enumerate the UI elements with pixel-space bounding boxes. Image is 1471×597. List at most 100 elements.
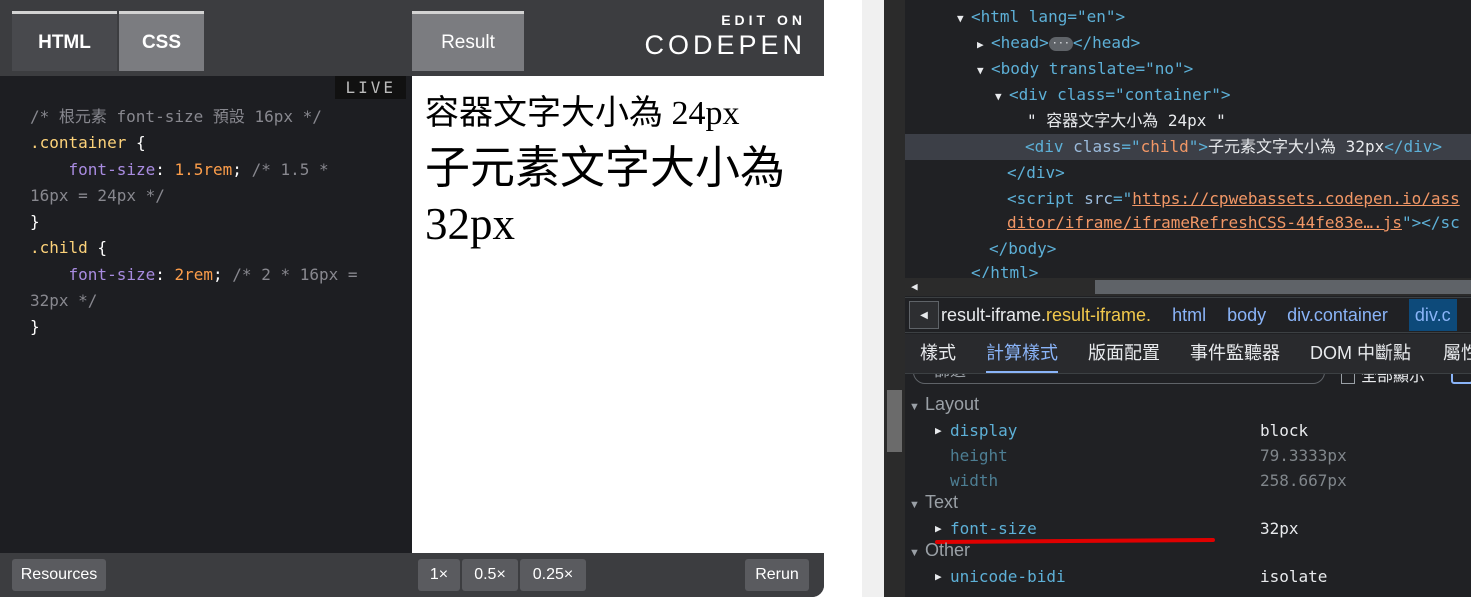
section-text[interactable]: ▼ Text [909,492,958,513]
codepen-header: HTML CSS Result EDIT ON CODEPEN [0,0,824,76]
tab-event-listeners[interactable]: 事件監聽器 [1190,334,1280,373]
scroll-left-icon[interactable]: ◀ [911,278,918,296]
dom-text-node[interactable]: " 容器文字大小為 24px " [1027,108,1226,134]
code-selector: .child [30,238,88,258]
checkbox-icon[interactable] [1341,374,1355,384]
computed-prop-display[interactable]: ▶ display block [935,419,1465,443]
breadcrumb: ◀ result-iframe.result-iframe. html body… [905,297,1471,333]
zoom-05x-button[interactable]: 0.5× [462,559,518,591]
dom-node-child-selected[interactable]: <div class="child">子元素文字大小為 32px</div> [905,134,1471,160]
codepen-embed: HTML CSS Result EDIT ON CODEPEN LIVE /* … [0,0,824,597]
expand-triangle-icon[interactable]: ▶ [935,517,942,541]
tab-computed[interactable]: 計算樣式 [986,334,1058,373]
collapse-triangle-icon[interactable]: ▼ [977,58,991,84]
dom-text: " 容器文字大小為 24px " [1027,111,1226,130]
prop-value: block [1260,421,1309,440]
rerun-button[interactable]: Rerun [745,559,809,591]
filter-input[interactable]: 篩選 [913,374,1325,384]
tab-css[interactable]: CSS [119,11,204,71]
tab-dom-breakpoints[interactable]: DOM 中斷點 [1310,334,1411,373]
prop-value: 32px [1260,519,1299,538]
live-badge: LIVE [335,76,406,99]
horizontal-scrollbar[interactable]: ◀ [905,278,1471,296]
dom-node-head[interactable]: ▶ <head> ··· </head> [977,30,1140,56]
dom-tag: </head> [1072,33,1141,52]
highlight-underline [934,538,1216,544]
prop-value: isolate [1260,567,1328,586]
dom-tag: <div class="container"> [1009,85,1231,104]
dom-text: 子元素文字大小為 32px [1208,137,1385,156]
breadcrumb-left-icon[interactable]: ◀ [909,301,939,329]
ellipsis-icon[interactable]: ··· [1048,36,1073,51]
scrollbar-thumb[interactable] [887,390,902,452]
computed-prop-height[interactable]: height 79.3333px [935,444,1465,468]
breadcrumb-item[interactable]: body [1227,305,1266,325]
result-container-text: 容器文字大小為 24px 子元素文字大小為 32px [425,94,824,252]
computed-prop-unicode-bidi[interactable]: ▶ unicode-bidi isolate [935,565,1465,589]
devtools-tabs: 樣式 計算樣式 版面配置 事件監聽器 DOM 中斷點 屬性 [905,334,1471,374]
collapse-triangle-icon[interactable]: ▼ [995,84,1009,110]
section-other[interactable]: ▼ Other [909,540,970,561]
script-src-link[interactable]: https://cpwebassets.codepen.io/ass [1132,189,1460,208]
css-editor[interactable]: LIVE /* 根元素 font-size 預設 16px */ .contai… [0,76,412,553]
breadcrumb-item[interactable]: result-iframe.result-iframe. [941,305,1151,325]
prop-name: display [950,421,1018,440]
code-value: 1.5rem [174,159,233,179]
devtools-panel: ▼ <html lang="en"> ▶ <head> ··· </head> ▼ <bo… [905,0,1471,597]
result-pane: 容器文字大小為 24px 子元素文字大小為 32px [412,76,824,553]
section-layout[interactable]: ▼ Layout [909,394,979,415]
child-text: 子元素文字大小為 32px [425,143,786,249]
tab-html[interactable]: HTML [12,11,117,71]
collapse-triangle-icon[interactable]: ▼ [909,401,925,413]
edit-on-label: EDIT ON [721,12,806,28]
prop-name: height [950,446,1008,465]
prop-name: font-size [950,519,1037,538]
tab-properties[interactable]: 屬性 [1443,334,1471,373]
show-all-checkbox[interactable]: 全部顯示 [1341,374,1425,386]
computed-prop-width[interactable]: width 258.667px [935,469,1465,493]
codepen-footer: Resources 1× 0.5× 0.25× Rerun [0,553,824,597]
scrollbar-thumb[interactable] [1095,280,1471,294]
zoom-025x-button[interactable]: 0.25× [520,559,586,591]
vertical-scrollbar[interactable] [884,0,905,597]
elements-tree[interactable]: ▼ <html lang="en"> ▶ <head> ··· </head> ▼ <bo… [905,0,1471,282]
tab-styles[interactable]: 樣式 [920,334,956,373]
script-src-link[interactable]: ditor/iframe/iframeRefreshCSS-44fe83e….j… [1007,213,1402,232]
dom-close-body[interactable]: </body> [989,236,1056,262]
edit-on-codepen-link[interactable]: EDIT ON CODEPEN [644,12,806,61]
prop-value: 79.3333px [1260,446,1347,465]
dom-close-div[interactable]: </div> [1007,160,1065,186]
dom-node-html[interactable]: ▼ <html lang="en"> [957,4,1125,30]
breadcrumb-item[interactable]: html [1172,305,1206,325]
collapse-triangle-icon[interactable]: ▼ [909,499,925,511]
dom-node-script-cont[interactable]: ditor/iframe/iframeRefreshCSS-44fe83e….j… [1007,210,1460,236]
collapse-triangle-icon[interactable]: ▼ [957,6,971,32]
dom-tag: <body translate="no"> [991,59,1194,78]
expand-triangle-icon[interactable]: ▶ [977,32,991,58]
dom-tag: <head> [991,33,1049,52]
dom-node-container[interactable]: ▼ <div class="container"> [995,82,1231,108]
breadcrumb-item[interactable]: div.container [1287,305,1388,325]
zoom-1x-button[interactable]: 1× [418,559,460,591]
css-code[interactable]: /* 根元素 font-size 預設 16px */ .container {… [30,104,360,341]
dom-tag: </body> [989,239,1057,258]
expand-triangle-icon[interactable]: ▶ [935,565,942,589]
filter-row: 篩選 全部顯示 [905,374,1471,390]
tab-result[interactable]: Result [412,11,524,71]
prop-value: 258.667px [1260,471,1347,490]
expand-triangle-icon[interactable]: ▶ [935,419,942,443]
collapse-triangle-icon[interactable]: ▼ [909,547,925,559]
group-checkbox[interactable] [1451,374,1471,384]
page-divider [862,0,884,597]
page-background [824,0,862,597]
codepen-logo: CODEPEN [644,30,806,60]
container-text: 容器文字大小為 24px [425,95,740,132]
dom-node-script[interactable]: <script src="https://cpwebassets.codepen… [1007,186,1460,212]
code-comment: /* 根元素 font-size 預設 16px */ [30,107,322,126]
code-property: font-size [68,264,156,284]
resources-button[interactable]: Resources [12,559,106,591]
dom-node-body[interactable]: ▼ <body translate="no"> [977,56,1193,82]
tab-layout[interactable]: 版面配置 [1088,334,1160,373]
breadcrumb-item-active[interactable]: div.c [1408,299,1457,331]
prop-name: width [950,471,999,490]
